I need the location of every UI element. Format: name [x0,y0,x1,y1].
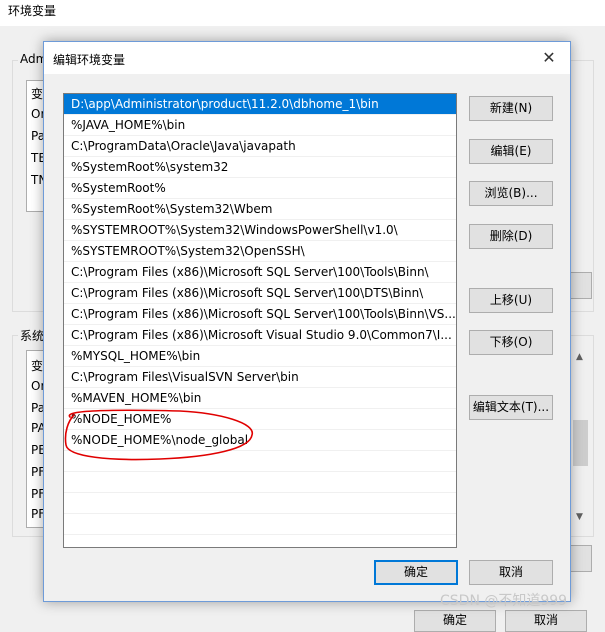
path-text: %SystemRoot% [71,181,166,195]
path-list-item[interactable]: %MYSQL_HOME%\bin [64,346,456,367]
path-list-empty-row[interactable] [64,514,456,535]
path-list-item[interactable]: C:\ProgramData\Oracle\Java\javapath [64,136,456,157]
new-button[interactable]: 新建(N) [469,96,553,121]
bg-ok-button[interactable]: 确定 [414,610,496,632]
system-variables-label: 系统 [18,327,47,344]
path-list-item[interactable]: C:\Program Files (x86)\Microsoft SQL Ser… [64,304,456,325]
ok-button[interactable]: 确定 [374,560,458,585]
move-down-button[interactable]: 下移(O) [469,330,553,355]
list-item[interactable]: 变 [31,357,43,374]
bg-user-button[interactable] [570,272,592,299]
bg-cancel-label: 取消 [533,613,558,627]
red-annotation-circle [64,409,253,461]
bg-title-bar [0,0,605,26]
edit-text-button[interactable]: 编辑文本(T)... [469,395,553,420]
path-text: %MAVEN_HOME%\bin [71,391,202,405]
edit-button[interactable]: 编辑(E) [469,139,553,164]
path-list-item[interactable]: C:\Program Files (x86)\Microsoft SQL Ser… [64,283,456,304]
path-list-item[interactable]: C:\Program Files\VisualSVN Server\bin [64,367,456,388]
path-text: C:\Program Files\VisualSVN Server\bin [71,370,299,384]
dialog-title: 编辑环境变量 [53,53,126,67]
path-text: %SystemRoot%\system32 [71,160,229,174]
path-list-empty-row[interactable] [64,535,456,547]
browse-button[interactable]: 浏览(B)... [469,181,553,206]
scroll-up-icon[interactable]: ▲ [576,352,583,362]
move-up-button[interactable]: 上移(U) [469,288,553,313]
path-text: D:\app\Administrator\product\11.2.0\dbho… [71,97,379,111]
path-text: C:\Program Files (x86)\Microsoft SQL Ser… [71,286,424,300]
path-list-empty-row[interactable] [64,493,456,514]
path-text: %JAVA_HOME%\bin [71,118,186,132]
bg-ok-label: 确定 [442,613,467,627]
path-list-item[interactable]: C:\Program Files (x86)\Microsoft Visual … [64,325,456,346]
scroll-down-icon[interactable]: ▼ [576,512,583,522]
cancel-button[interactable]: 取消 [469,560,553,585]
path-list-item[interactable]: %SystemRoot%\System32\Wbem [64,199,456,220]
bg-window-title: 环境变量 [8,4,57,18]
path-list-item[interactable]: %SYSTEMROOT%\System32\OpenSSH\ [64,241,456,262]
path-list[interactable]: D:\app\Administrator\product\11.2.0\dbho… [63,93,457,548]
path-list-item[interactable]: %SystemRoot%\system32 [64,157,456,178]
path-list-empty-row[interactable] [64,472,456,493]
path-text: C:\Program Files (x86)\Microsoft Visual … [71,328,452,342]
close-icon: ✕ [542,48,556,67]
bg-cancel-button[interactable]: 取消 [505,610,587,632]
close-button[interactable]: ✕ [534,46,564,70]
watermark: CSDN @不知道999 [440,593,568,609]
path-text: C:\Program Files (x86)\Microsoft SQL Ser… [71,265,429,279]
edit-environment-variable-dialog: 编辑环境变量 ✕ D:\app\Administrator\product\11… [43,41,571,602]
path-list-item[interactable]: C:\Program Files (x86)\Microsoft SQL Ser… [64,262,456,283]
path-list-item[interactable]: D:\app\Administrator\product\11.2.0\dbho… [64,94,456,115]
path-text: %SYSTEMROOT%\System32\WindowsPowerShell\… [71,223,398,237]
path-text: C:\ProgramData\Oracle\Java\javapath [71,139,296,153]
delete-button[interactable]: 删除(D) [469,224,553,249]
bg-system-button[interactable] [570,545,592,572]
path-text: %SystemRoot%\System32\Wbem [71,202,273,216]
path-text: %SYSTEMROOT%\System32\OpenSSH\ [71,244,305,258]
path-list-item[interactable]: %SYSTEMROOT%\System32\WindowsPowerShell\… [64,220,456,241]
path-list-item[interactable]: %SystemRoot% [64,178,456,199]
list-item[interactable]: 变 [31,85,43,102]
path-text: C:\Program Files (x86)\Microsoft SQL Ser… [71,307,456,321]
path-list-item[interactable]: %JAVA_HOME%\bin [64,115,456,136]
bg-scrollbar-thumb[interactable] [573,420,588,466]
path-text: %MYSQL_HOME%\bin [71,349,201,363]
